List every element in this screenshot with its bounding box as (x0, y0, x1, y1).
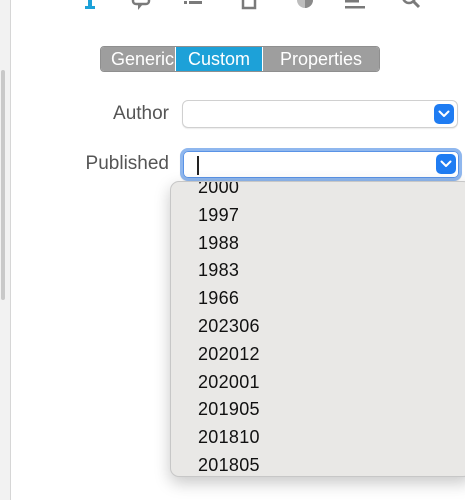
dropdown-option[interactable]: 202306 (171, 313, 465, 341)
dropdown-option[interactable]: 1988 (171, 230, 465, 258)
speech-bubble-icon[interactable] (130, 0, 152, 12)
tab-generic[interactable]: Generic (101, 47, 176, 71)
published-combobox[interactable] (180, 148, 462, 181)
tab-properties[interactable]: Properties (263, 47, 379, 71)
info-icon[interactable] (80, 0, 102, 12)
inspector-segmented-control: Generic Custom Properties (100, 46, 380, 72)
published-focus-ring (183, 151, 459, 178)
window-left-edge (0, 0, 11, 500)
tab-custom[interactable]: Custom (176, 47, 263, 71)
published-label: Published (85, 153, 169, 174)
dropdown-option[interactable]: 202012 (171, 341, 465, 369)
page-icon[interactable] (238, 0, 260, 12)
chevron-down-icon[interactable] (436, 154, 456, 174)
author-combobox[interactable] (182, 100, 458, 128)
search-icon[interactable] (400, 0, 422, 12)
chevron-down-icon[interactable] (434, 104, 454, 124)
author-label: Author (113, 103, 169, 124)
inspector-toolbar (10, 0, 465, 18)
text-caret (197, 156, 199, 175)
align-icon[interactable] (344, 0, 366, 12)
list-icon[interactable] (182, 0, 204, 12)
dropdown-option[interactable]: 202001 (171, 369, 465, 397)
dropdown-option[interactable]: 1983 (171, 257, 465, 285)
dropdown-option[interactable]: 1997 (171, 202, 465, 230)
scrollbar-thumb[interactable] (1, 70, 5, 300)
dropdown-option[interactable]: 201810 (171, 424, 465, 452)
dropdown-option[interactable]: 1966 (171, 285, 465, 313)
published-dropdown-list[interactable]: 2000 1997 1988 1983 1966 202306 202012 2… (170, 181, 465, 477)
dropdown-option[interactable]: 201905 (171, 396, 465, 424)
circle-icon[interactable] (294, 0, 316, 12)
dropdown-option[interactable]: 201805 (171, 452, 465, 476)
dropdown-option[interactable]: 2000 (171, 182, 465, 202)
